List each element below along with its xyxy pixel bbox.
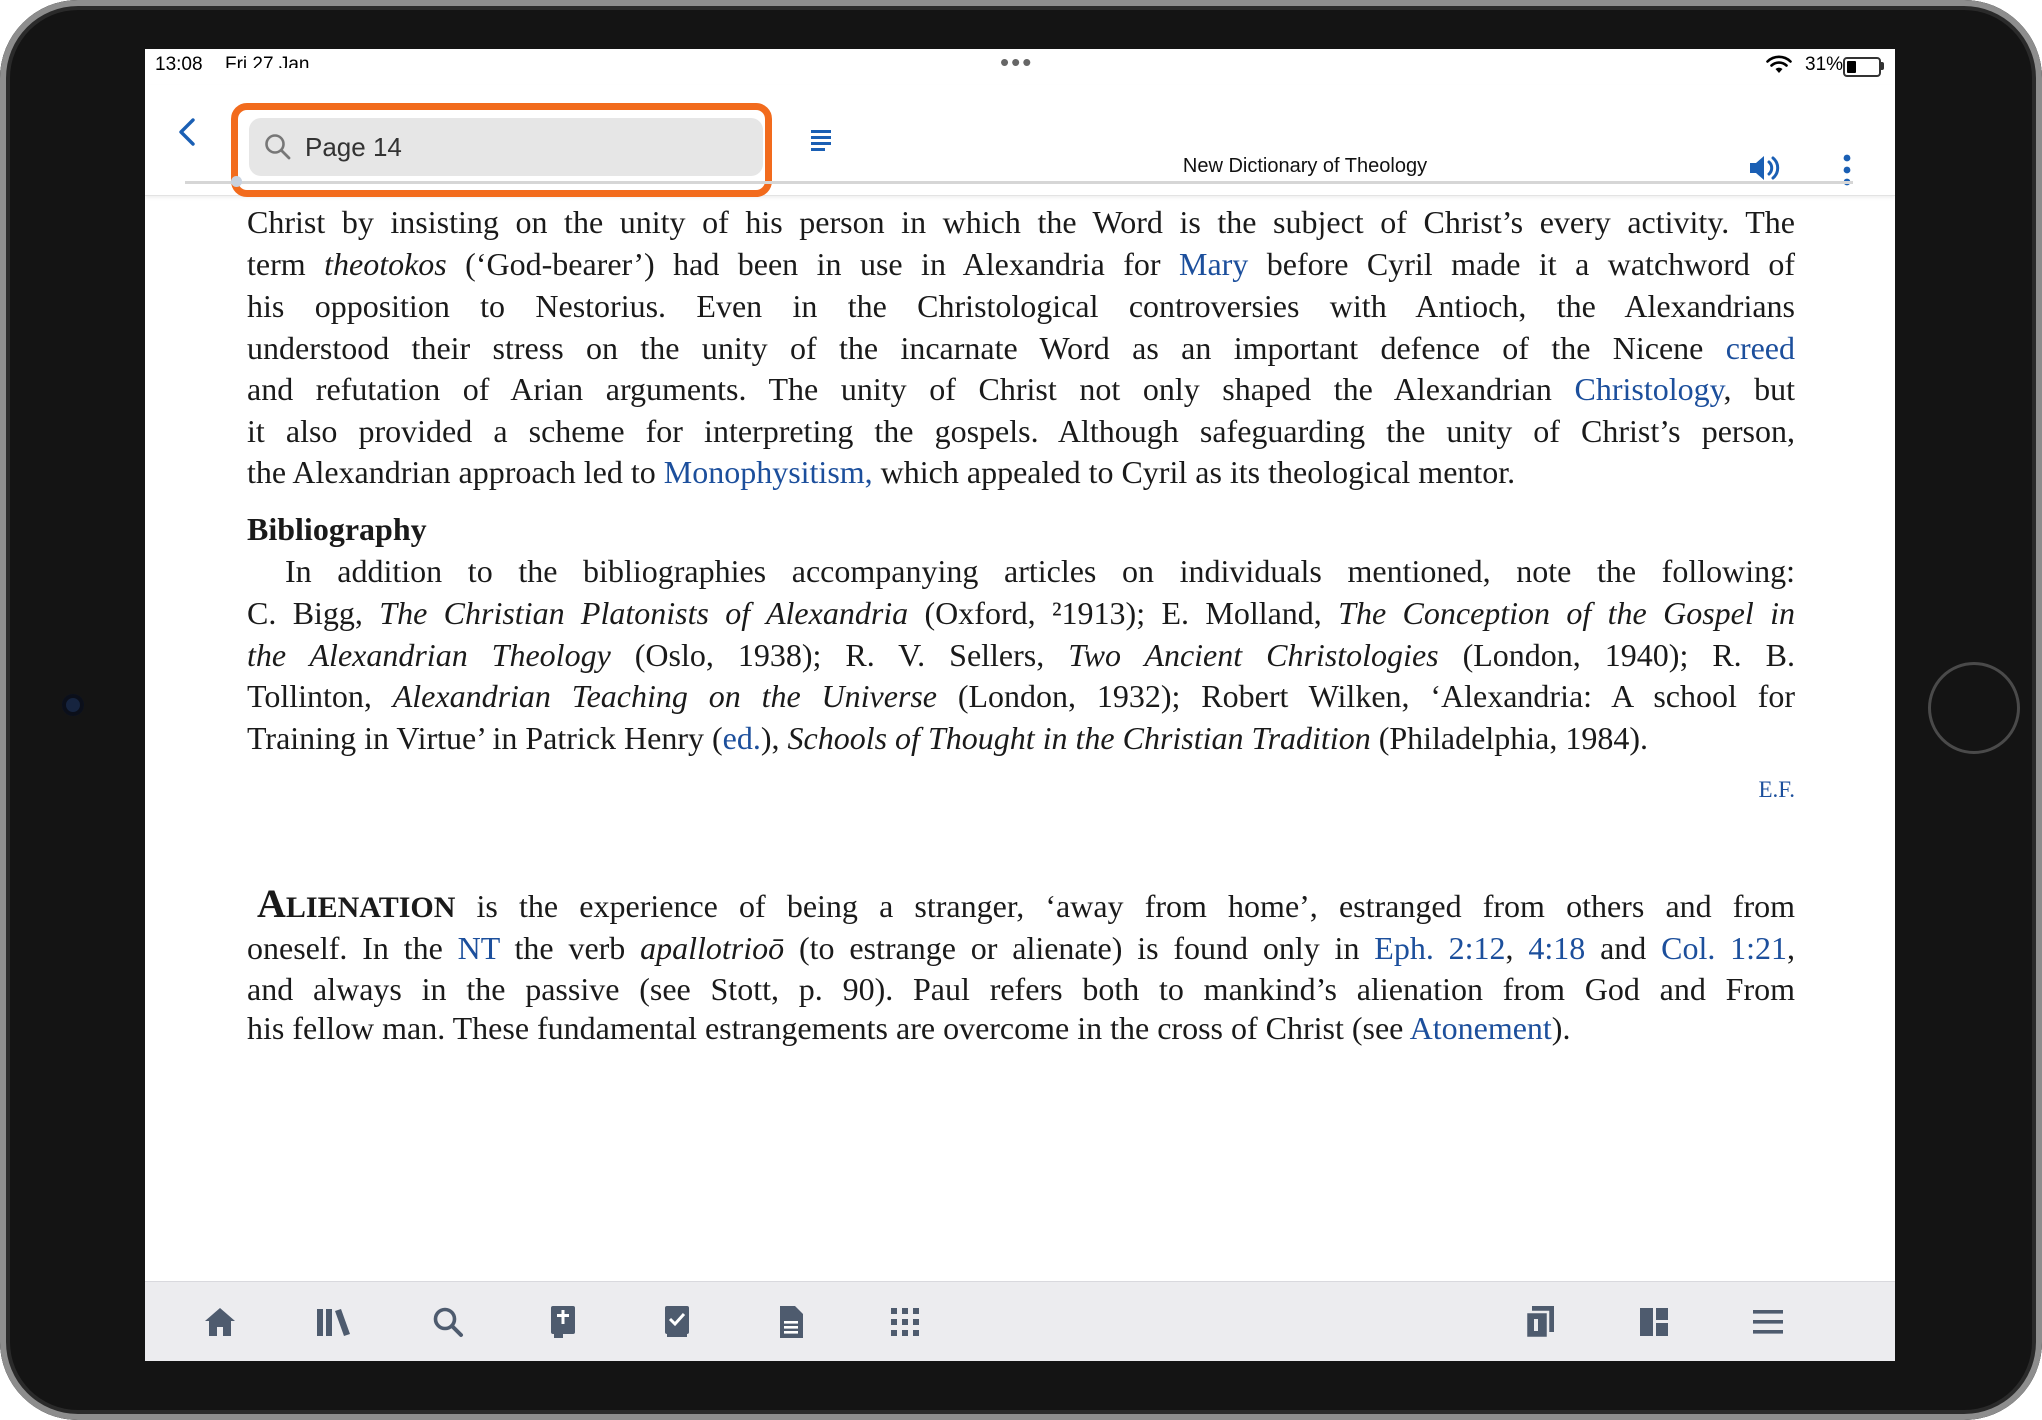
- speaker-icon[interactable]: [1747, 153, 1783, 183]
- reader-toolbar: New Dictionary of Theology: [145, 85, 1895, 197]
- text-line: Tollinton, Alexandrian Teaching on the U…: [247, 678, 1796, 714]
- text-line: term theotokos (‘God-bearer’) had been i…: [247, 246, 1796, 282]
- link-nt[interactable]: NT: [458, 930, 500, 966]
- book-title[interactable]: New Dictionary of Theology: [1045, 155, 1565, 178]
- text-line: ALIENATION is the experience of being a …: [257, 881, 1795, 926]
- battery-level: [1847, 61, 1856, 73]
- text-line: C. Bigg, The Christian Platonists of Ale…: [247, 595, 1796, 631]
- battery-icon: [1843, 57, 1881, 77]
- text-line: understood their stress on the unity of …: [247, 330, 1795, 366]
- bible-icon[interactable]: [543, 1302, 583, 1342]
- menu-icon[interactable]: [1748, 1302, 1788, 1342]
- battery-percent: 31%: [1805, 54, 1844, 75]
- link-monophysitism[interactable]: Monophysitism,: [664, 454, 873, 490]
- library-icon[interactable]: [314, 1302, 354, 1342]
- text-line: and refutation of Arian arguments. The u…: [247, 371, 1796, 407]
- link-atonement[interactable]: Atonement: [1410, 1010, 1552, 1046]
- apps-grid-icon[interactable]: [885, 1302, 925, 1342]
- link-col-1-21[interactable]: Col. 1:21: [1661, 930, 1787, 966]
- panels-icon[interactable]: [1634, 1302, 1674, 1342]
- text-line: Training in Virtue’ in Patrick Henry (ed…: [247, 720, 1648, 756]
- text-line: and always in the passive (see Stott, p.…: [247, 971, 1795, 1007]
- back-chevron-icon[interactable]: [175, 117, 201, 147]
- search-input[interactable]: [305, 128, 725, 166]
- link-mary[interactable]: Mary: [1179, 246, 1248, 282]
- text-line: the Alexandrian Theology (Oslo, 1938); R…: [247, 637, 1796, 673]
- text-line: oneself. In the NT the verb apallotrioō …: [247, 930, 1796, 966]
- text-line: his opposition to Nestorius. Even in the…: [247, 288, 1795, 324]
- text-line: Christ by insisting on the unity of his …: [247, 204, 1795, 240]
- wifi-icon: [1766, 55, 1792, 73]
- text-line: the Alexandrian approach led to Monophys…: [247, 454, 1516, 490]
- author-initials[interactable]: E.F.: [1759, 777, 1796, 803]
- multitasking-dots-icon[interactable]: •••: [1000, 49, 1033, 75]
- link-4-18[interactable]: 4:18: [1528, 930, 1585, 966]
- screen: 13:08 Fri 27 Jan ••• 31% Ne: [145, 49, 1895, 1361]
- bibliography-heading: Bibliography: [247, 511, 427, 547]
- status-date: Fri 27 Jan: [225, 54, 310, 68]
- document-icon[interactable]: [771, 1302, 811, 1342]
- front-camera: [62, 694, 84, 716]
- table-of-contents-icon[interactable]: [809, 127, 835, 153]
- home-icon[interactable]: [200, 1302, 240, 1342]
- text-line: his fellow man. These fundamental estran…: [247, 1010, 1571, 1046]
- tasks-icon[interactable]: [657, 1302, 697, 1342]
- link-ed[interactable]: ed.: [723, 720, 761, 756]
- text-line: In addition to the bibliographies accomp…: [285, 553, 1795, 589]
- status-bar: 13:08 Fri 27 Jan ••• 31%: [145, 49, 1895, 85]
- home-button[interactable]: [1928, 662, 2020, 754]
- status-time: 13:08: [155, 54, 203, 75]
- reading-progress-track[interactable]: [185, 181, 1853, 184]
- link-creed[interactable]: creed: [1726, 330, 1795, 366]
- link-christology[interactable]: Christology: [1574, 371, 1723, 407]
- layouts-icon[interactable]: [1520, 1302, 1560, 1342]
- battery-cap: [1881, 62, 1884, 70]
- search-icon[interactable]: [428, 1302, 468, 1342]
- link-eph-2-12[interactable]: Eph. 2:12: [1374, 930, 1505, 966]
- search-box[interactable]: [249, 118, 763, 176]
- entry-lemma: ALIENATION: [257, 881, 456, 926]
- text-line: it also provided a scheme for interpreti…: [247, 413, 1795, 449]
- search-icon: [265, 134, 291, 160]
- reading-progress-knob[interactable]: [231, 176, 242, 187]
- bottom-tab-bar: [145, 1281, 1895, 1361]
